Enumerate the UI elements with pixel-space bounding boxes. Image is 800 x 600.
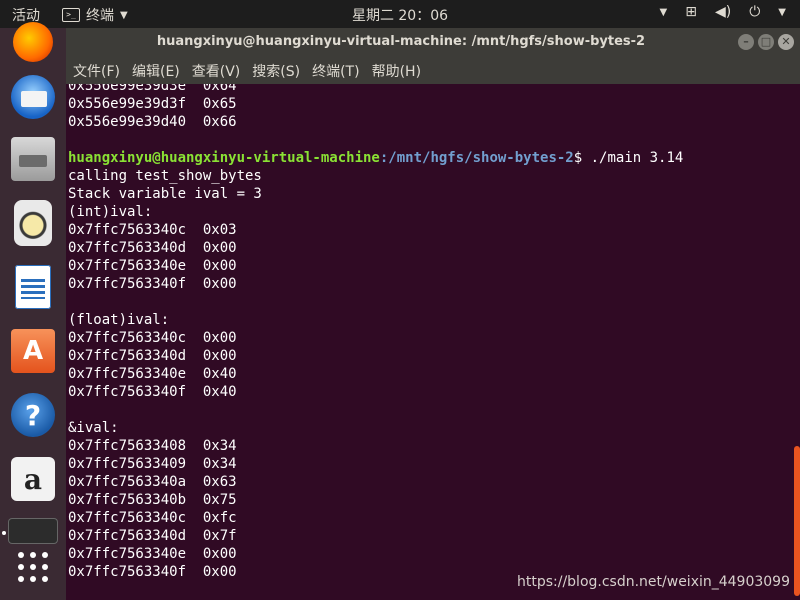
- terminal-line: 0x7ffc7563340c 0x03: [68, 222, 237, 238]
- terminal-line: 0x7ffc7563340c 0x00: [68, 330, 237, 346]
- dock-firefox[interactable]: [8, 22, 58, 78]
- terminal-line: (float)ival:: [68, 312, 170, 328]
- amazon-icon: a: [11, 457, 55, 501]
- dock-thunderbird[interactable]: [8, 72, 58, 122]
- terminal-line: 0x7ffc7563340f 0x00: [68, 276, 237, 292]
- system-tray[interactable]: ▼ ⊞ ◀) ⏻ ▼: [660, 4, 786, 20]
- terminal-scrollbar[interactable]: [794, 446, 800, 596]
- menu-help[interactable]: 帮助(H): [372, 61, 421, 81]
- terminal-line: 0x7ffc7563340f 0x40: [68, 384, 237, 400]
- menu-search[interactable]: 搜索(S): [252, 61, 300, 81]
- maximize-button[interactable]: □: [758, 34, 774, 50]
- terminal-line: 0x7ffc7563340f 0x00: [68, 564, 237, 580]
- close-button[interactable]: ✕: [778, 34, 794, 50]
- network-icon[interactable]: ⊞: [685, 4, 697, 20]
- power-icon[interactable]: ⏻: [749, 4, 760, 20]
- dock-help[interactable]: ?: [8, 390, 58, 440]
- terminal-line: 0x7ffc7563340c 0xfc: [68, 510, 237, 526]
- terminal-line: &ival:: [68, 420, 119, 436]
- help-icon: ?: [11, 393, 55, 437]
- terminal-lines-before: 0x556e99e39d3e 0x64 0x556e99e39d3f 0x65 …: [68, 84, 237, 130]
- rhythmbox-icon: [14, 200, 52, 246]
- terminal-line: 0x556e99e39d40 0x66: [68, 114, 237, 130]
- terminal-line: 0x7ffc7563340d 0x00: [68, 240, 237, 256]
- dock-software[interactable]: A: [8, 326, 58, 376]
- terminal-line: 0x7ffc7563340b 0x75: [68, 492, 237, 508]
- menubar: 文件(F) 编辑(E) 查看(V) 搜索(S) 终端(T) 帮助(H): [66, 57, 800, 84]
- watermark-text: https://blog.csdn.net/weixin_44903099: [516, 574, 790, 590]
- terminal-line: Stack variable ival = 3: [68, 186, 262, 202]
- system-menu-chevron-icon[interactable]: ▼: [778, 7, 786, 18]
- libreoffice-writer-icon: [15, 265, 51, 309]
- window-titlebar[interactable]: huangxinyu@huangxinyu-virtual-machine: /…: [66, 28, 800, 57]
- firefox-icon: [13, 22, 53, 62]
- dock: A ? a: [0, 22, 66, 600]
- terminal-line: 0x7ffc7563340d 0x00: [68, 348, 237, 364]
- volume-icon[interactable]: ◀): [715, 4, 731, 20]
- terminal-output: 0x556e99e39d3e 0x64 0x556e99e39d3f 0x65 …: [68, 84, 683, 581]
- terminal-line: 0x7ffc7563340e 0x00: [68, 546, 237, 562]
- terminal-line: calling test_show_bytes: [68, 168, 262, 184]
- terminal-line: 0x7ffc75633409 0x34: [68, 456, 237, 472]
- prompt-path: :/mnt/hgfs/show-bytes-2: [379, 150, 574, 166]
- terminal-line: 0x7ffc7563340d 0x7f: [68, 528, 237, 544]
- show-applications-icon: [18, 552, 48, 582]
- terminal-line: 0x7ffc7563340e 0x00: [68, 258, 237, 274]
- software-center-icon: A: [11, 329, 55, 373]
- terminal-line: (int)ival:: [68, 204, 153, 220]
- terminal-line: 0x556e99e39d3e 0x64: [68, 84, 237, 94]
- terminal-line: 0x7ffc7563340a 0x63: [68, 474, 237, 490]
- terminal-line: 0x7ffc75633408 0x34: [68, 438, 237, 454]
- menu-terminal[interactable]: 终端(T): [312, 61, 359, 81]
- input-method-chevron-icon[interactable]: ▼: [660, 7, 668, 18]
- files-icon: [11, 137, 55, 181]
- prompt-user: huangxinyu@huangxinyu-virtual-machine: [68, 150, 380, 166]
- window-title: huangxinyu@huangxinyu-virtual-machine: /…: [156, 34, 646, 49]
- terminal-line: 0x556e99e39d3f 0x65: [68, 96, 237, 112]
- terminal-area[interactable]: 0x556e99e39d3e 0x64 0x556e99e39d3f 0x65 …: [66, 84, 800, 600]
- terminal-icon: [8, 518, 58, 544]
- terminal-window: huangxinyu@huangxinyu-virtual-machine: /…: [66, 28, 800, 600]
- thunderbird-icon: [11, 75, 55, 119]
- terminal-line: 0x7ffc7563340e 0x40: [68, 366, 237, 382]
- menu-file[interactable]: 文件(F): [73, 61, 120, 81]
- dock-writer[interactable]: [8, 262, 58, 312]
- dock-files[interactable]: [8, 134, 58, 184]
- menu-view[interactable]: 查看(V): [192, 61, 241, 81]
- prompt-command: $ ./main 3.14: [573, 150, 684, 166]
- top-panel: 活动 >_ 终端 ▼ 星期二 20：06 ▼ ⊞ ◀) ⏻ ▼: [0, 0, 800, 28]
- dock-rhythmbox[interactable]: [8, 198, 58, 248]
- menu-edit[interactable]: 编辑(E): [132, 61, 180, 81]
- show-applications-button[interactable]: [8, 542, 58, 592]
- minimize-button[interactable]: –: [738, 34, 754, 50]
- running-indicator: [2, 531, 6, 535]
- dock-amazon[interactable]: a: [8, 454, 58, 504]
- terminal-lines-after: calling test_show_bytes Stack variable i…: [68, 168, 262, 580]
